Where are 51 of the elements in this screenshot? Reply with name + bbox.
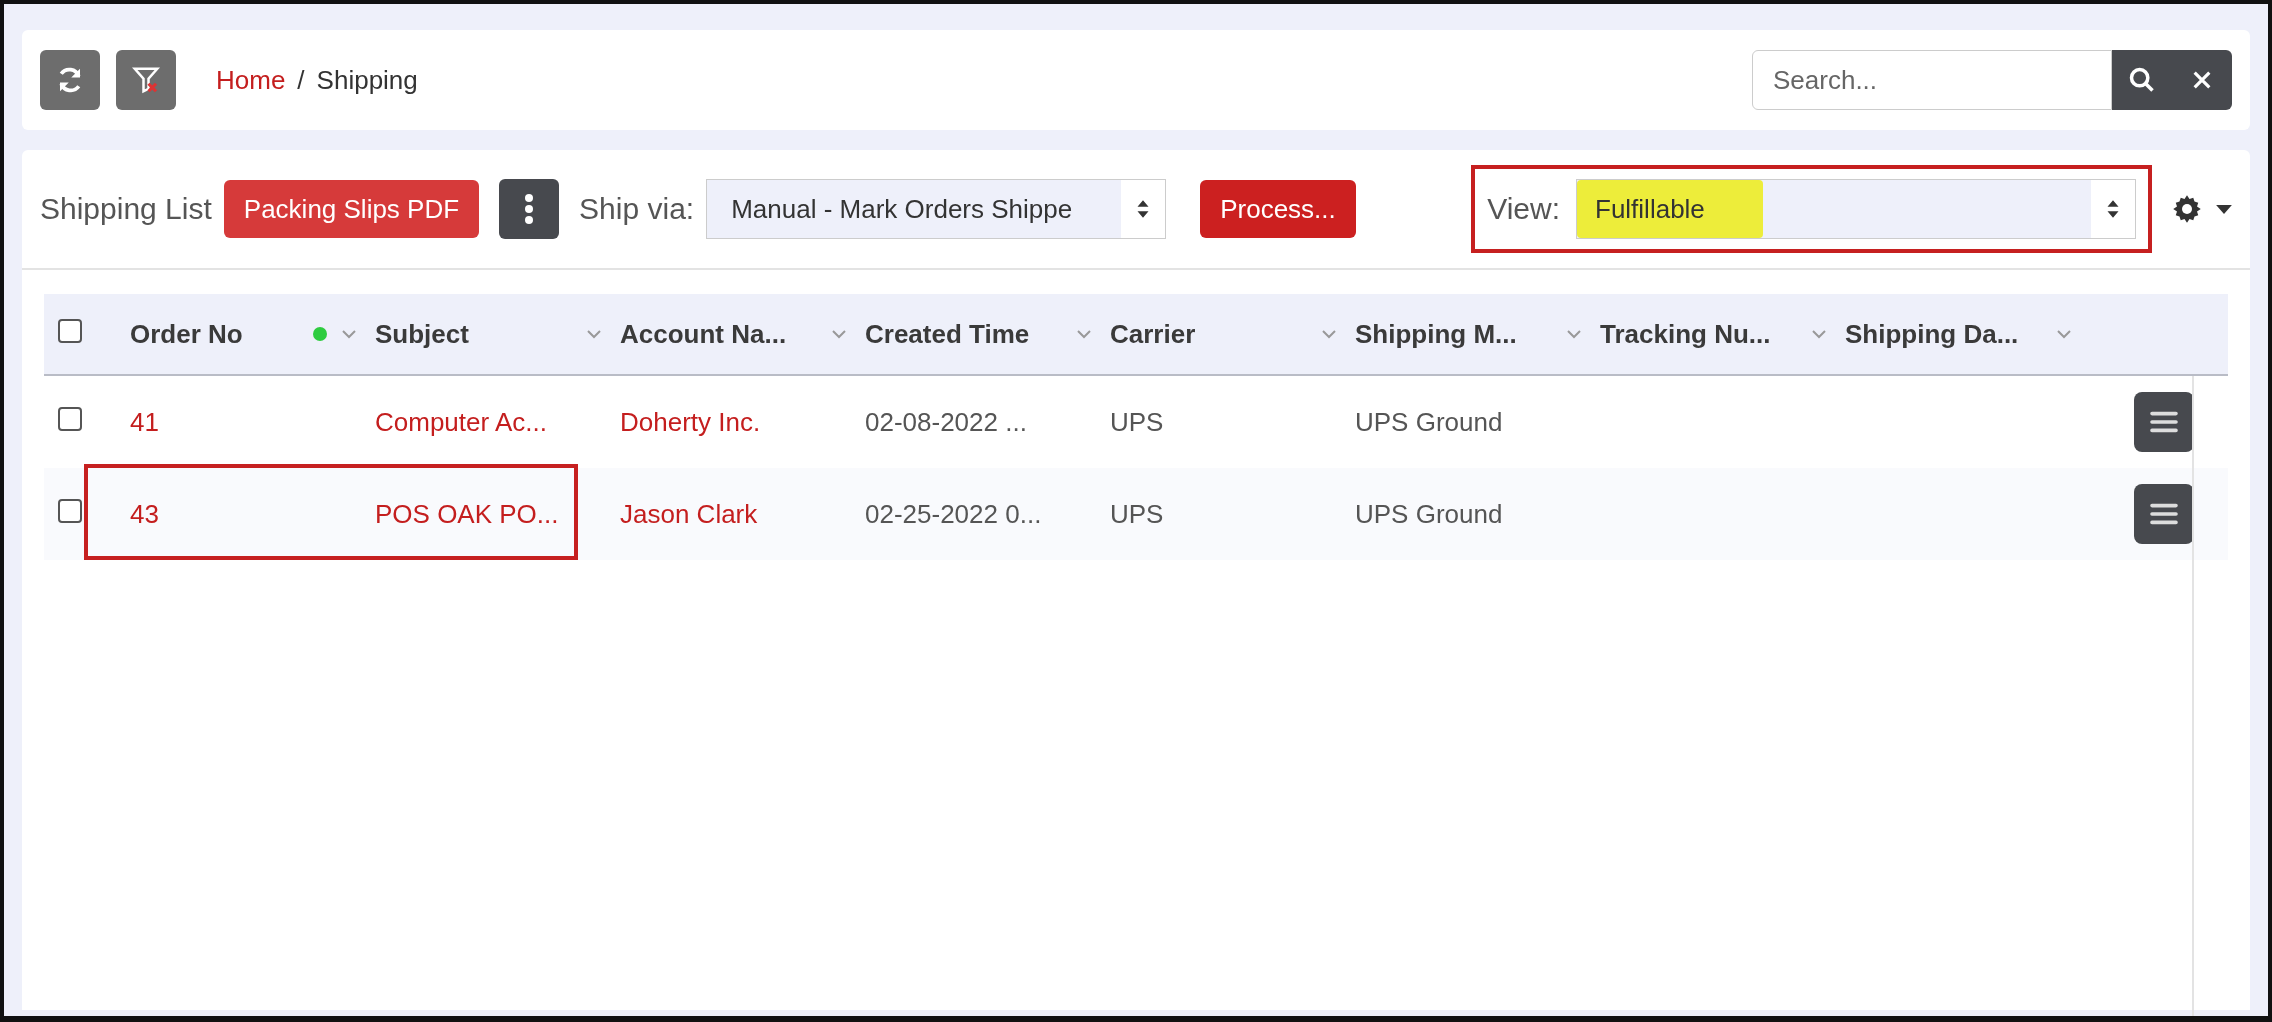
column-header[interactable]: Shipping M... [1355, 318, 1517, 350]
table-cell: UPS Ground [1355, 406, 1503, 437]
view-label: View: [1487, 192, 1560, 226]
packing-slips-button[interactable]: Packing Slips PDF [223, 180, 480, 238]
column-header[interactable]: Tracking Nu... [1600, 318, 1771, 350]
process-button[interactable]: Process... [1200, 180, 1356, 238]
column-header[interactable]: Account Na... [620, 318, 787, 350]
clear-filter-button[interactable] [116, 50, 176, 110]
column-header[interactable]: Carrier [1110, 318, 1196, 350]
breadcrumb-current: Shipping [316, 64, 418, 96]
breadcrumb-separator: / [297, 64, 305, 96]
table-link[interactable]: Jason Clark [620, 498, 758, 529]
row-checkbox[interactable] [58, 406, 82, 431]
table-cell: UPS [1110, 498, 1164, 529]
settings-icon[interactable] [2172, 194, 2202, 224]
column-header[interactable]: Created Time [865, 318, 1030, 350]
row-menu-button[interactable] [2134, 392, 2194, 452]
table-link[interactable]: Computer Ac... [375, 406, 547, 437]
table-link[interactable]: 41 [130, 406, 159, 437]
refresh-button[interactable] [40, 50, 100, 110]
menu-icon [2149, 502, 2179, 526]
table-cell: 02-25-2022 0... [865, 498, 1042, 529]
up-down-icon [1136, 198, 1151, 220]
row-checkbox[interactable] [58, 498, 82, 523]
ship-via-label: Ship via: [579, 192, 695, 226]
list-title: Shipping List [40, 192, 212, 226]
table-link[interactable]: POS OAK PO... [375, 498, 559, 529]
table-cell: 02-08-2022 ... [865, 406, 1027, 437]
breadcrumb-home-link[interactable]: Home [216, 64, 286, 96]
select-all-checkbox[interactable] [58, 318, 82, 343]
search-field[interactable]: Search... [1752, 50, 2112, 110]
column-header[interactable]: Subject [375, 318, 469, 350]
search-icon [2128, 66, 2156, 94]
table-cell: UPS Ground [1355, 498, 1503, 529]
funnel-cross-icon [131, 65, 161, 95]
table-link[interactable]: Doherty Inc. [620, 406, 761, 437]
table-cell: UPS [1110, 406, 1164, 437]
column-header[interactable]: Order No [130, 318, 243, 350]
vertical-dots-icon [525, 194, 534, 224]
close-icon [2191, 69, 2213, 91]
view-select[interactable]: Fulfillable [1576, 179, 2136, 239]
column-header[interactable]: Shipping Da... [1845, 318, 2019, 350]
caret-icon[interactable] [2216, 204, 2232, 214]
ship-via-select[interactable]: Manual - Mark Orders Shippe [706, 179, 1167, 239]
table-link[interactable]: 43 [130, 498, 159, 529]
row-menu-button[interactable] [2134, 484, 2194, 544]
menu-icon [2149, 410, 2179, 434]
more-button[interactable] [499, 179, 560, 239]
up-down-icon [2106, 198, 2120, 220]
search-button[interactable] [2112, 50, 2172, 110]
clear-search-button[interactable] [2172, 50, 2232, 110]
